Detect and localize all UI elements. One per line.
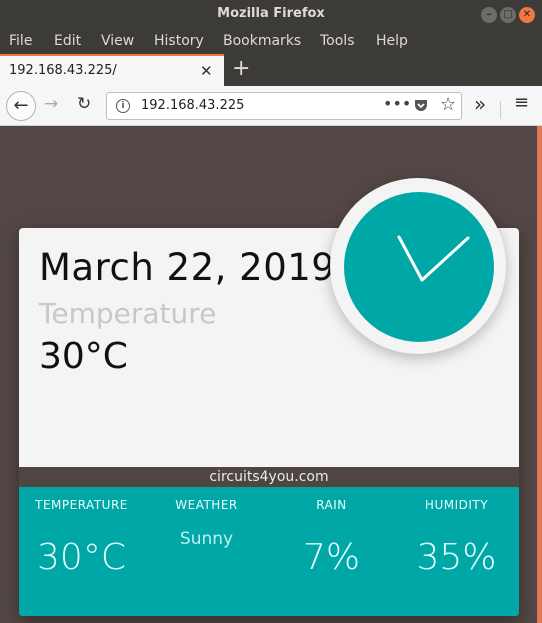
clock-face [344, 192, 494, 342]
stat-label: HUMIDITY [424, 498, 489, 512]
page-edge-strip [537, 126, 542, 623]
menu-file[interactable]: File [9, 33, 32, 49]
menu-tools[interactable]: Tools [320, 33, 355, 49]
close-icon[interactable]: ✕ [519, 7, 535, 23]
forward-icon[interactable]: → [44, 94, 58, 114]
tab-active[interactable]: 192.168.43.225/ ✕ [0, 54, 224, 86]
tab-title: 192.168.43.225/ [9, 63, 117, 78]
temperature-value: 30°C [39, 336, 128, 377]
stat-weather: WEATHER Sunny [144, 487, 269, 616]
minimize-icon[interactable]: – [481, 7, 497, 23]
maximize-icon[interactable]: □ [500, 7, 516, 23]
stat-humidity: HUMIDITY 35% [394, 487, 519, 616]
tab-close-icon[interactable]: ✕ [200, 62, 213, 80]
stat-value: Sunny [179, 529, 234, 549]
toolbar-divider [500, 101, 501, 119]
stat-value: 7% [302, 537, 361, 578]
brand-bar: circuits4you.com [19, 467, 519, 487]
stat-label: TEMPERATURE [35, 498, 128, 512]
page-actions-icon[interactable]: ••• [383, 94, 411, 113]
url-bar[interactable]: i 192.168.43.225 ••• ☆ [106, 92, 462, 120]
bookmark-star-icon[interactable]: ☆ [440, 94, 456, 115]
stat-label: WEATHER [175, 498, 238, 512]
menu-history[interactable]: History [154, 33, 204, 49]
navigation-toolbar: ← → ↻ i 192.168.43.225 ••• ☆ » ≡ [0, 86, 542, 126]
window-title: Mozilla Firefox [217, 6, 325, 21]
hamburger-menu-icon[interactable]: ≡ [514, 92, 529, 113]
stat-rain: RAIN 7% [269, 487, 394, 616]
back-icon[interactable]: ← [6, 91, 36, 121]
temperature-label: Temperature [39, 297, 217, 330]
stat-label: RAIN [316, 498, 347, 512]
brand-text: circuits4you.com [209, 469, 329, 485]
window-titlebar: Mozilla Firefox – □ ✕ [0, 0, 542, 30]
overflow-icon[interactable]: » [474, 92, 486, 116]
info-icon[interactable]: i [116, 99, 130, 113]
date-heading: March 22, 2019 [39, 246, 336, 289]
clock-hands-icon [397, 235, 470, 282]
stat-temperature: TEMPERATURE 30°C [19, 487, 144, 616]
menu-view[interactable]: View [101, 33, 134, 49]
menu-bookmarks[interactable]: Bookmarks [223, 33, 301, 49]
menu-help[interactable]: Help [376, 33, 408, 49]
url-text[interactable]: 192.168.43.225 [141, 98, 244, 113]
pocket-icon[interactable] [413, 97, 429, 117]
tab-strip: 192.168.43.225/ ✕ + [0, 54, 542, 86]
stat-value: 30°C [37, 537, 126, 578]
menubar: File Edit View History Bookmarks Tools H… [0, 30, 542, 54]
reload-icon[interactable]: ↻ [77, 94, 91, 114]
stat-value: 35% [416, 537, 497, 578]
stats-panel: TEMPERATURE 30°C WEATHER Sunny RAIN 7% H… [19, 487, 519, 616]
new-tab-icon[interactable]: + [232, 56, 250, 81]
clock [330, 178, 506, 354]
menu-edit[interactable]: Edit [54, 33, 81, 49]
